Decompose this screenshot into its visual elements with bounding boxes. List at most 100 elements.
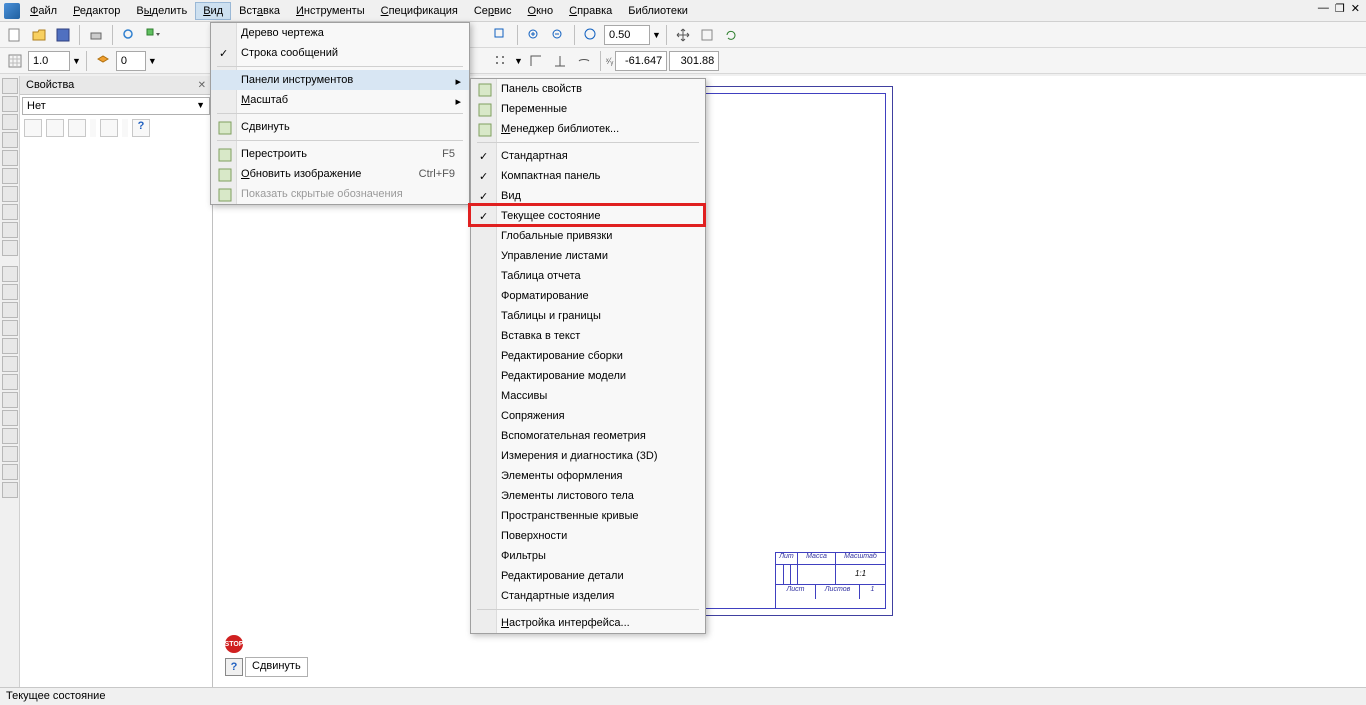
toolbars-menu-item-4[interactable]: ✓Стандартная — [471, 146, 705, 166]
toolbars-menu-item-9[interactable]: Управление листами — [471, 246, 705, 266]
vtool-1[interactable] — [2, 78, 18, 94]
redraw-icon[interactable] — [720, 24, 742, 46]
toolbars-menu-item-16[interactable]: Массивы — [471, 386, 705, 406]
zoom-combo[interactable] — [604, 25, 650, 45]
toolbars-menu-item-20[interactable]: Элементы оформления — [471, 466, 705, 486]
menu-спецификация[interactable]: Спецификация — [373, 2, 466, 20]
menu-вид[interactable]: Вид — [195, 2, 231, 20]
zoom-fit-icon[interactable] — [580, 24, 602, 46]
vtool-7[interactable] — [2, 186, 18, 202]
menu-сервис[interactable]: Сервис — [466, 2, 520, 20]
layers-icon[interactable] — [92, 50, 114, 72]
toolbars-menu-item-11[interactable]: Форматирование — [471, 286, 705, 306]
vtool-20[interactable] — [2, 428, 18, 444]
vtool-4[interactable] — [2, 132, 18, 148]
properties-dropdown[interactable]: Нет ▼ — [22, 97, 210, 115]
vtool-15[interactable] — [2, 338, 18, 354]
menu-инструменты[interactable]: Инструменты — [288, 2, 373, 20]
toolbars-menu-item-26[interactable]: Стандартные изделия — [471, 586, 705, 606]
vtool-5[interactable] — [2, 150, 18, 166]
restore-button[interactable]: ❐ — [1335, 2, 1345, 15]
vtool-3[interactable] — [2, 114, 18, 130]
vtool-9[interactable] — [2, 222, 18, 238]
vtool-14[interactable] — [2, 320, 18, 336]
vtool-6[interactable] — [2, 168, 18, 184]
toolbars-menu-item-0[interactable]: Панель свойств — [471, 79, 705, 99]
properties-close-icon[interactable]: ✕ — [198, 80, 206, 91]
command-input[interactable]: Сдвинуть — [245, 657, 308, 677]
menu-окно[interactable]: Окно — [520, 2, 562, 20]
rotate-view-icon[interactable] — [696, 24, 718, 46]
toolbars-menu-item-13[interactable]: Вставка в текст — [471, 326, 705, 346]
vtool-23[interactable] — [2, 482, 18, 498]
toolbars-menu-item-2[interactable]: Менеджер библиотек... — [471, 119, 705, 139]
toolbars-menu-item-8[interactable]: Глобальные привязки — [471, 226, 705, 246]
props-tool-4[interactable] — [100, 119, 118, 137]
toolbars-menu-item-18[interactable]: Вспомогательная геометрия — [471, 426, 705, 446]
open-icon[interactable] — [28, 24, 50, 46]
preview-icon[interactable] — [118, 24, 140, 46]
ortho-icon[interactable] — [525, 50, 547, 72]
zoom-out-icon[interactable] — [547, 24, 569, 46]
zoom-window-icon[interactable] — [490, 24, 512, 46]
toolbars-menu-item-22[interactable]: Пространственные кривые — [471, 506, 705, 526]
vtool-21[interactable] — [2, 446, 18, 462]
zoom-in-icon[interactable] — [523, 24, 545, 46]
vtool-10[interactable] — [2, 240, 18, 256]
vtool-16[interactable] — [2, 356, 18, 372]
menu-редактор[interactable]: Редактор — [65, 2, 128, 20]
menu-справка[interactable]: Справка — [561, 2, 620, 20]
scale-combo[interactable] — [28, 51, 70, 71]
menu-библиотеки[interactable]: Библиотеки — [620, 2, 696, 20]
save-icon[interactable] — [52, 24, 74, 46]
toolbars-menu-item-21[interactable]: Элементы листового тела — [471, 486, 705, 506]
vtool-22[interactable] — [2, 464, 18, 480]
vtool-13[interactable] — [2, 302, 18, 318]
toolbars-menu-item-28[interactable]: Настройка интерфейса... — [471, 613, 705, 633]
vtool-19[interactable] — [2, 410, 18, 426]
round-icon[interactable] — [573, 50, 595, 72]
view-menu-item-3[interactable]: Панели инструментов▸ — [211, 70, 469, 90]
view-menu-item-6[interactable]: Сдвинуть — [211, 117, 469, 137]
props-tool-3[interactable] — [68, 119, 86, 137]
view-menu-item-1[interactable]: ✓Строка сообщений — [211, 43, 469, 63]
tree-dd-icon[interactable] — [142, 24, 164, 46]
toolbars-menu-item-7[interactable]: ✓Текущее состояние — [471, 206, 705, 226]
vtool-12[interactable] — [2, 284, 18, 300]
props-tool-2[interactable] — [46, 119, 64, 137]
toolbars-menu-item-23[interactable]: Поверхности — [471, 526, 705, 546]
menu-файл[interactable]: Файл — [22, 2, 65, 20]
toolbars-menu-item-17[interactable]: Сопряжения — [471, 406, 705, 426]
new-icon[interactable] — [4, 24, 26, 46]
vtool-2[interactable] — [2, 96, 18, 112]
print-icon[interactable] — [85, 24, 107, 46]
toolbars-menu-item-10[interactable]: Таблица отчета — [471, 266, 705, 286]
snap-grid-icon[interactable] — [490, 50, 512, 72]
minimize-button[interactable]: — — [1318, 2, 1329, 15]
grid-icon[interactable] — [4, 50, 26, 72]
toolbars-menu-item-19[interactable]: Измерения и диагностика (3D) — [471, 446, 705, 466]
toolbars-menu-item-25[interactable]: Редактирование детали — [471, 566, 705, 586]
toolbars-menu-item-14[interactable]: Редактирование сборки — [471, 346, 705, 366]
vtool-11[interactable] — [2, 266, 18, 282]
props-help-icon[interactable]: ? — [132, 119, 150, 137]
view-menu-item-4[interactable]: Масштаб▸ — [211, 90, 469, 110]
view-menu-item-8[interactable]: ПерестроитьF5 — [211, 144, 469, 164]
view-menu-item-9[interactable]: Обновить изображениеCtrl+F9 — [211, 164, 469, 184]
stop-icon[interactable]: STOP — [225, 635, 243, 653]
coord-y-field[interactable] — [669, 51, 719, 71]
toolbars-menu-item-5[interactable]: ✓Компактная панель — [471, 166, 705, 186]
props-tool-1[interactable] — [24, 119, 42, 137]
menu-выделить[interactable]: Выделить — [128, 2, 195, 20]
vtool-18[interactable] — [2, 392, 18, 408]
pan-icon[interactable] — [672, 24, 694, 46]
toolbars-menu-item-6[interactable]: ✓Вид — [471, 186, 705, 206]
toolbars-menu-item-1[interactable]: Переменные — [471, 99, 705, 119]
toolbars-menu-item-12[interactable]: Таблицы и границы — [471, 306, 705, 326]
perp-icon[interactable] — [549, 50, 571, 72]
menu-вставка[interactable]: Вставка — [231, 2, 288, 20]
view-menu-item-0[interactable]: Дерево чертежа — [211, 23, 469, 43]
layer-combo[interactable] — [116, 51, 146, 71]
toolbars-menu-item-24[interactable]: Фильтры — [471, 546, 705, 566]
vtool-8[interactable] — [2, 204, 18, 220]
